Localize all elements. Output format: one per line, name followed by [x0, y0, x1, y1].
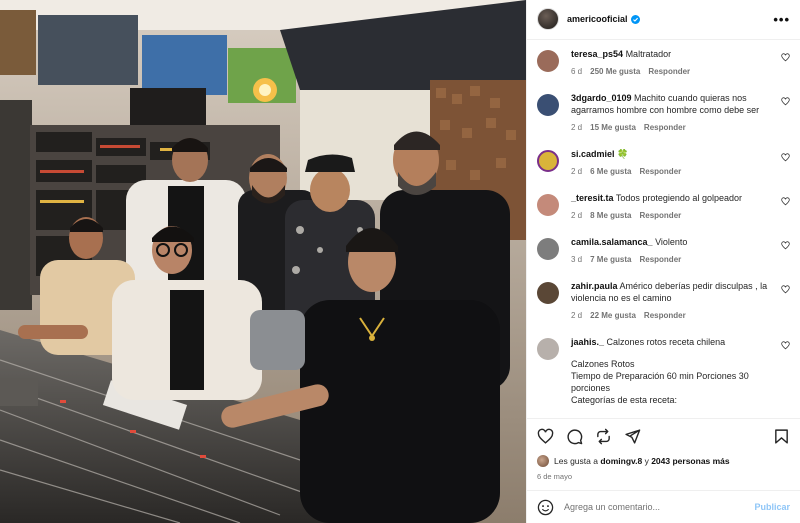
comment-like-icon[interactable]	[781, 285, 790, 294]
comment-likes-count[interactable]: 250 Me gusta	[590, 67, 640, 76]
likes-conjunction: y	[644, 456, 649, 467]
comment-like-icon[interactable]	[781, 97, 790, 106]
studio-group-photo	[0, 0, 526, 523]
liker-username[interactable]: domingv.8	[600, 456, 642, 466]
comment-age: 2 d	[571, 166, 583, 176]
commenter-username[interactable]: jaahis._	[571, 337, 604, 347]
comment-composer: Publicar	[527, 490, 800, 523]
commenter-username[interactable]: 3dgardo_0109	[571, 93, 632, 103]
comment-text: Calzones rotos receta chilena	[606, 336, 726, 347]
reply-button[interactable]: Responder	[644, 123, 686, 132]
comment-item: camila.salamanca_ Violento 3 d 7 Me gusta…	[537, 236, 790, 266]
commenter-username[interactable]: si.cadmiel	[571, 149, 615, 159]
comment-emoji: 🍀	[617, 148, 629, 159]
bookmark-icon[interactable]	[773, 428, 790, 445]
comment-icon[interactable]	[566, 428, 583, 445]
verified-badge-icon	[630, 14, 640, 24]
reply-button[interactable]: Responder	[639, 211, 681, 220]
commenter-avatar[interactable]	[537, 237, 559, 260]
recipe-line: Calzones Rotos	[571, 358, 635, 369]
emoji-icon[interactable]	[537, 499, 554, 516]
comment-input[interactable]	[564, 502, 755, 513]
comment-text: Todos protegiendo al golpeador	[615, 192, 742, 203]
comment-item: zahir.paula Américo deberías pedir discu…	[537, 280, 790, 322]
comment-like-icon[interactable]	[781, 241, 790, 250]
commenter-avatar[interactable]	[537, 337, 559, 360]
commenter-username[interactable]: camila.salamanca_	[571, 237, 653, 247]
post-side-panel: americooficial ••• teresa_ps54 Maltratad…	[526, 0, 800, 523]
commenter-username[interactable]: zahir.paula	[571, 281, 618, 291]
commenter-avatar[interactable]	[537, 93, 559, 116]
comment-age: 6 d	[571, 66, 583, 76]
post-header: americooficial •••	[527, 0, 800, 40]
comment-like-icon[interactable]	[781, 53, 790, 62]
comment-item: _teresit.ta Todos protegiendo al golpead…	[537, 192, 790, 222]
post-date: 6 de mayo	[537, 472, 573, 482]
comment-like-icon[interactable]	[781, 341, 790, 350]
recipe-line: Tiempo de Preparación 60 min Porciones 3…	[571, 370, 749, 393]
comments-list[interactable]: teresa_ps54 Maltratador 6 d 250 Me gusta R…	[527, 40, 800, 419]
reply-button[interactable]: Responder	[639, 255, 681, 264]
post-photo[interactable]	[0, 0, 526, 523]
comment-age: 3 d	[571, 254, 583, 264]
comment-age: 2 d	[571, 310, 583, 320]
likes-others-count[interactable]: 2043 personas más	[651, 456, 729, 466]
send-icon[interactable]	[624, 428, 641, 445]
likes-prefix: Les gusta a	[554, 456, 598, 467]
comment-item: si.cadmiel 🍀 2 d 6 Me gusta Responder	[537, 148, 790, 178]
comment-likes-count[interactable]: 7 Me gusta	[590, 255, 631, 264]
comment-likes-count[interactable]: 8 Me gusta	[590, 211, 631, 220]
comment-item: jaahis._ Calzones rotos receta chilena C…	[537, 336, 790, 406]
comment-like-icon[interactable]	[781, 153, 790, 162]
comment-age: 2 d	[571, 210, 583, 220]
more-options-button[interactable]: •••	[773, 12, 790, 27]
comment-likes-count[interactable]: 22 Me gusta	[590, 311, 636, 320]
comment-item: teresa_ps54 Maltratador 6 d 250 Me gusta R…	[537, 48, 790, 78]
recipe-line: Categorías de esta receta:	[571, 394, 678, 405]
reply-button[interactable]: Responder	[639, 167, 681, 176]
comment-likes-count[interactable]: 6 Me gusta	[590, 167, 631, 176]
commenter-avatar[interactable]	[537, 193, 559, 216]
post-actions-bar	[527, 418, 800, 454]
heart-icon[interactable]	[537, 428, 554, 445]
likes-summary[interactable]: Les gusta a domingv.8 y 2043 personas má…	[527, 454, 800, 468]
comment-text: Violento	[655, 236, 688, 247]
publish-button[interactable]: Publicar	[754, 502, 790, 512]
commenter-avatar[interactable]	[537, 281, 559, 304]
liker-avatar	[537, 455, 549, 468]
commenter-username[interactable]: teresa_ps54	[571, 49, 623, 59]
comment-like-icon[interactable]	[781, 197, 790, 206]
repost-icon[interactable]	[595, 428, 612, 445]
commenter-username[interactable]: _teresit.ta	[571, 193, 614, 203]
comment-item: 3dgardo_0109 Machito cuando quieras nos …	[537, 92, 790, 134]
commenter-avatar[interactable]	[537, 149, 559, 172]
reply-button[interactable]: Responder	[644, 311, 686, 320]
comment-age: 2 d	[571, 122, 583, 132]
comment-text: Maltratador	[625, 48, 672, 59]
author-username[interactable]: americooficial	[567, 14, 628, 24]
author-avatar[interactable]	[537, 8, 559, 31]
commenter-avatar[interactable]	[537, 49, 559, 72]
comment-likes-count[interactable]: 15 Me gusta	[590, 123, 636, 132]
recipe-text: Calzones Rotos Tiempo de Preparación 60 …	[571, 358, 774, 406]
reply-button[interactable]: Responder	[648, 67, 690, 76]
